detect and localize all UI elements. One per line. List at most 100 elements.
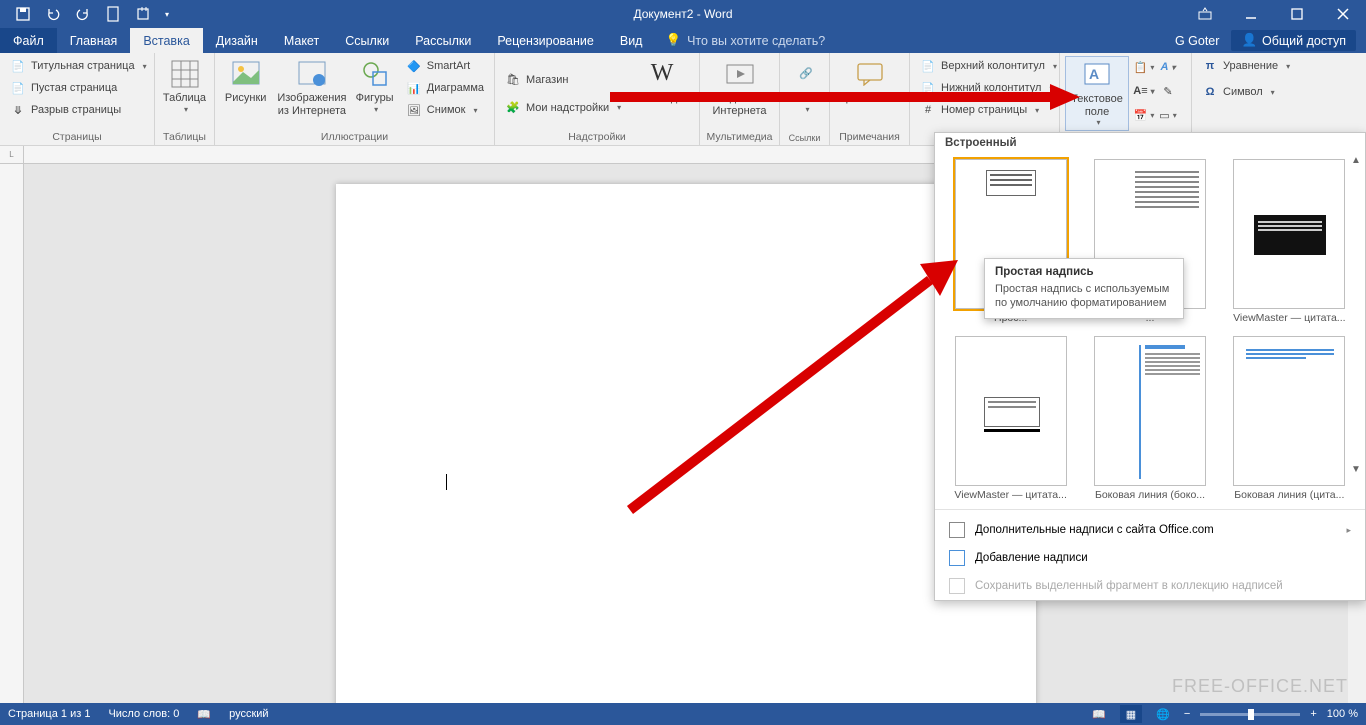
shapes-button[interactable]: Фигуры xyxy=(352,56,396,131)
pictures-button[interactable]: Рисунки xyxy=(220,56,271,131)
group-pages-label: Страницы xyxy=(5,131,149,145)
view-web-layout[interactable]: 🌐 xyxy=(1152,705,1174,723)
text-cursor xyxy=(446,474,447,490)
chart-icon: 📊 xyxy=(406,80,422,96)
pictures-icon xyxy=(230,58,262,90)
page-break-button[interactable]: ⤋Разрыв страницы xyxy=(5,100,152,120)
svg-text:A: A xyxy=(1089,66,1099,82)
view-read-mode[interactable]: 📖 xyxy=(1088,705,1110,723)
redo-icon[interactable] xyxy=(70,2,96,26)
tab-file[interactable]: Файл xyxy=(0,28,57,53)
maximize-icon[interactable] xyxy=(1274,0,1320,28)
gallery-save-label: Сохранить выделенный фрагмент в коллекци… xyxy=(975,580,1283,592)
cover-page-button[interactable]: 📄Титульная страница xyxy=(5,56,152,76)
zoom-in-button[interactable]: + xyxy=(1310,708,1316,720)
group-illustrations-label: Иллюстрации xyxy=(220,131,489,145)
gallery-scroll-up[interactable]: ▲ xyxy=(1349,155,1363,315)
group-tables-label: Таблицы xyxy=(160,131,209,145)
share-button[interactable]: 👤 Общий доступ xyxy=(1231,30,1356,51)
screenshot-button[interactable]: 🖼 Снимок xyxy=(401,100,489,120)
tab-mailings[interactable]: Рассылки xyxy=(402,28,484,53)
online-pictures-button[interactable]: Изображения из Интернета xyxy=(275,56,348,131)
close-icon[interactable] xyxy=(1320,0,1366,28)
touch-mode-icon[interactable] xyxy=(130,2,156,26)
tab-view[interactable]: Вид xyxy=(607,28,656,53)
drop-cap-button[interactable]: A≡ xyxy=(1133,80,1155,102)
qat-customize-icon[interactable]: ▾ xyxy=(160,2,174,26)
gallery-section-header: Встроенный xyxy=(935,133,1365,153)
object-button[interactable]: ▭ xyxy=(1157,104,1179,126)
view-print-layout[interactable]: ▦ xyxy=(1120,705,1142,723)
vertical-ruler[interactable] xyxy=(0,164,24,703)
status-proofing-icon[interactable]: 📖 xyxy=(197,708,211,721)
tab-design[interactable]: Дизайн xyxy=(203,28,271,53)
wordart-button[interactable]: A xyxy=(1157,56,1179,78)
header-label: Верхний колонтитул xyxy=(941,60,1045,72)
zoom-out-button[interactable]: − xyxy=(1184,708,1190,720)
thumb-label: Боковая линия (боко... xyxy=(1095,489,1205,501)
user-name[interactable]: G Goter xyxy=(1175,34,1219,48)
thumb-label: ViewMaster — цитата... xyxy=(954,489,1066,501)
chart-label: Диаграмма xyxy=(427,82,484,94)
blank-page-button[interactable]: 📄Пустая страница xyxy=(5,78,152,98)
ribbon-options-icon[interactable] xyxy=(1182,0,1228,28)
watermark: FREE-OFFICE.NET xyxy=(1172,676,1348,697)
date-time-button[interactable]: 📅 xyxy=(1133,104,1155,126)
group-media-label: Мультимедиа xyxy=(705,131,774,145)
online-pictures-icon xyxy=(296,58,328,90)
header-button[interactable]: 📄 Верхний колонтитул xyxy=(915,56,1062,76)
cover-page-label: Титульная страница xyxy=(31,60,135,72)
shapes-label: Фигуры xyxy=(356,92,394,105)
tab-references[interactable]: Ссылки xyxy=(332,28,402,53)
save-icon[interactable] xyxy=(10,2,36,26)
undo-icon[interactable] xyxy=(40,2,66,26)
tab-review[interactable]: Рецензирование xyxy=(484,28,607,53)
group-comments-label: Примечания xyxy=(835,131,904,145)
equation-button[interactable]: πУравнение xyxy=(1197,56,1295,76)
gallery-more-office[interactable]: Дополнительные надписи с сайта Office.co… xyxy=(935,516,1365,544)
gallery-draw-textbox[interactable]: Добавление надписи xyxy=(935,544,1365,572)
minimize-icon[interactable] xyxy=(1228,0,1274,28)
chart-button[interactable]: 📊 Диаграмма xyxy=(401,78,489,98)
signature-line-button[interactable]: ✎ xyxy=(1157,80,1179,102)
my-addins-button[interactable]: 🧩Мои надстройки xyxy=(500,98,626,118)
qat-new-doc-icon[interactable] xyxy=(100,2,126,26)
share-label: Общий доступ xyxy=(1262,34,1346,48)
office-icon xyxy=(949,522,965,538)
status-language[interactable]: русский xyxy=(229,708,268,720)
pictures-label: Рисунки xyxy=(225,92,267,105)
tab-layout[interactable]: Макет xyxy=(271,28,332,53)
quick-parts-button[interactable]: 📋 xyxy=(1133,56,1155,78)
store-button[interactable]: 🛍Магазин xyxy=(500,70,626,90)
table-button[interactable]: Таблица xyxy=(160,56,209,131)
smartart-label: SmartArt xyxy=(427,60,470,72)
ruler-corner: L xyxy=(0,146,24,164)
tab-home[interactable]: Главная xyxy=(57,28,131,53)
group-links-label: Ссылки xyxy=(785,133,824,145)
screenshot-label: Снимок xyxy=(427,104,466,116)
lightbulb-icon: 💡 xyxy=(665,33,681,48)
status-words[interactable]: Число слов: 0 xyxy=(108,708,179,720)
gallery-thumb-4[interactable]: ViewMaster — цитата... xyxy=(945,334,1076,503)
tooltip: Простая надпись Простая надпись с исполь… xyxy=(984,258,1184,319)
gallery-thumb-3[interactable]: ViewMaster — цитата... xyxy=(1224,157,1355,326)
tab-insert[interactable]: Вставка xyxy=(130,28,202,53)
zoom-level[interactable]: 100 % xyxy=(1327,708,1358,720)
table-label: Таблица xyxy=(163,92,206,105)
shapes-icon xyxy=(359,58,391,90)
tell-me-search[interactable]: 💡 Что вы хотите сделать? xyxy=(665,28,825,53)
tooltip-body: Простая надпись с используемым по умолча… xyxy=(995,282,1173,311)
addins-icon: 🧩 xyxy=(505,100,521,116)
smartart-icon: 🔷 xyxy=(406,58,422,74)
zoom-slider[interactable] xyxy=(1200,713,1300,716)
gallery-thumb-6[interactable]: Боковая линия (цита... xyxy=(1224,334,1355,503)
screenshot-icon: 🖼 xyxy=(406,102,422,118)
symbol-button[interactable]: ΩСимвол xyxy=(1197,82,1295,102)
smartart-button[interactable]: 🔷 SmartArt xyxy=(401,56,489,76)
gallery-scroll-down[interactable]: ▼ xyxy=(1349,315,1363,475)
annotation-arrow-horizontal xyxy=(610,82,1080,112)
status-page[interactable]: Страница 1 из 1 xyxy=(8,708,90,720)
gallery-thumb-5[interactable]: Боковая линия (боко... xyxy=(1084,334,1215,503)
equation-label: Уравнение xyxy=(1223,60,1278,72)
header-icon: 📄 xyxy=(920,58,936,74)
